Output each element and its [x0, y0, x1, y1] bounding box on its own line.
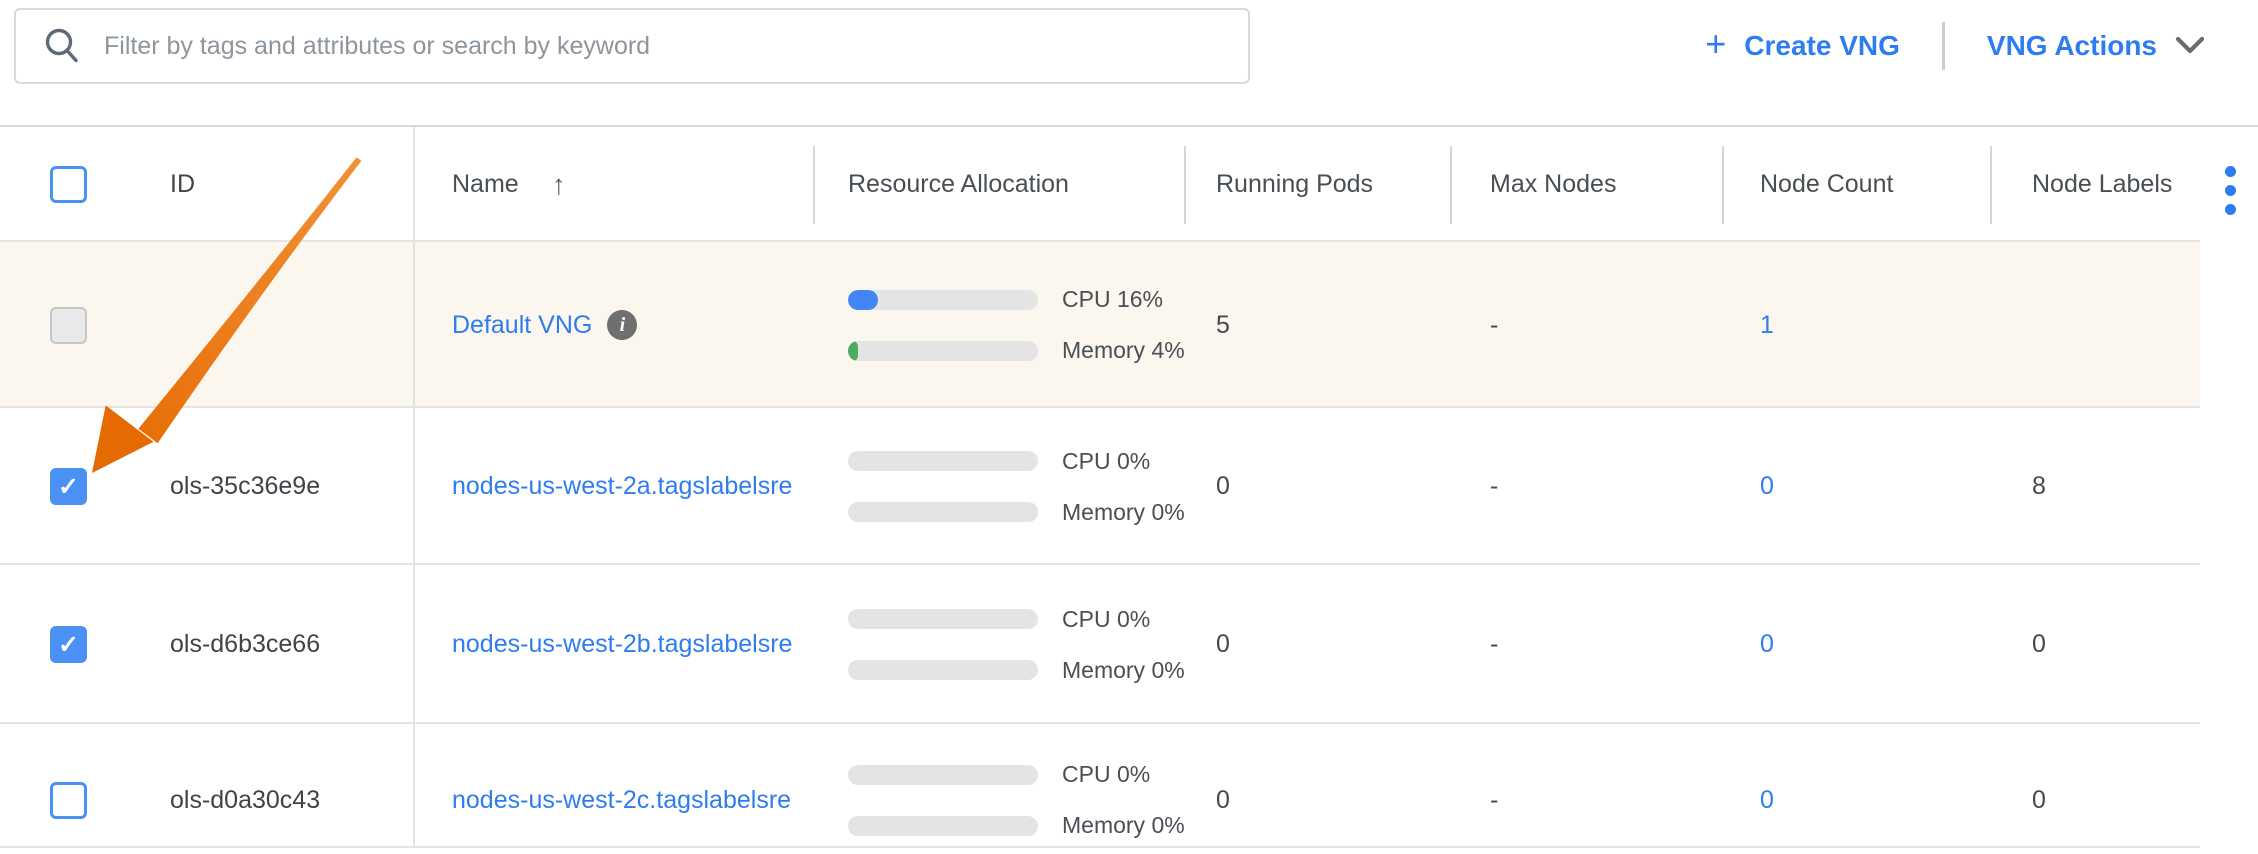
sort-ascending-icon: ↑	[552, 169, 566, 201]
vng-name-link[interactable]: nodes-us-west-2c.tagslabelsre	[452, 786, 791, 815]
node-labels-value: 0	[1990, 630, 2200, 659]
node-labels-value: 0	[1990, 786, 2200, 815]
table-header-row: ID Name ↑ Resource Allocation Running Po…	[0, 127, 2258, 242]
kebab-menu-icon[interactable]	[2200, 166, 2236, 215]
column-header-node-count[interactable]: Node Count	[1722, 170, 1990, 199]
running-pods-value: 0	[1184, 786, 1450, 815]
node-count-link[interactable]: 0	[1760, 786, 1774, 814]
vng-name-link[interactable]: Default VNG	[452, 311, 592, 340]
cpu-label: CPU 0%	[1062, 606, 1150, 633]
cpu-label: CPU 0%	[1062, 448, 1150, 475]
vng-actions-dropdown[interactable]: VNG Actions	[1987, 30, 2205, 62]
max-nodes-value: -	[1450, 630, 1722, 659]
memory-label: Memory 0%	[1062, 499, 1185, 526]
running-pods-value: 0	[1184, 630, 1450, 659]
row-checkbox-checked[interactable]: ✓	[50, 626, 87, 663]
vng-id: ols-d6b3ce66	[125, 630, 413, 659]
chevron-down-icon	[2175, 36, 2205, 56]
memory-progress-bar	[848, 816, 1038, 836]
table-row: ols-d0a30c43 nodes-us-west-2c.tagslabels…	[0, 724, 2258, 848]
filter-search-box[interactable]	[14, 8, 1250, 84]
memory-label: Memory 4%	[1062, 337, 1185, 364]
toolbar-divider	[1942, 22, 1945, 70]
row-checkbox-unchecked[interactable]	[50, 782, 87, 819]
row-checkbox-checked[interactable]: ✓	[50, 468, 87, 505]
cpu-label: CPU 0%	[1062, 761, 1150, 788]
table-row: ✓ ols-35c36e9e nodes-us-west-2a.tagslabe…	[0, 408, 2258, 565]
plus-icon: +	[1705, 26, 1726, 62]
memory-label: Memory 0%	[1062, 657, 1185, 684]
max-nodes-value: -	[1450, 311, 1722, 340]
table-row: Default VNG i CPU 16% Memory 4%	[0, 242, 2258, 408]
node-labels-value: 8	[1990, 472, 2200, 501]
memory-progress-bar	[848, 660, 1038, 680]
vng-name-link[interactable]: nodes-us-west-2a.tagslabelsre	[452, 472, 792, 501]
running-pods-value: 0	[1184, 472, 1450, 501]
select-all-checkbox[interactable]	[50, 166, 87, 203]
create-vng-button[interactable]: + Create VNG	[1705, 28, 1900, 64]
node-count-link[interactable]: 1	[1760, 311, 1774, 339]
checkmark-icon: ✓	[58, 630, 79, 660]
toolbar-actions: + Create VNG VNG Actions	[1705, 18, 2205, 74]
column-header-node-labels[interactable]: Node Labels	[1990, 170, 2200, 199]
cpu-progress-bar	[848, 765, 1038, 785]
search-icon	[42, 26, 82, 66]
memory-label: Memory 0%	[1062, 812, 1185, 839]
create-vng-label: Create VNG	[1744, 30, 1900, 62]
max-nodes-value: -	[1450, 786, 1722, 815]
node-count-link[interactable]: 0	[1760, 472, 1774, 500]
running-pods-value: 5	[1184, 311, 1450, 340]
checkmark-icon: ✓	[58, 472, 79, 502]
cpu-progress-bar	[848, 609, 1038, 629]
info-icon[interactable]: i	[607, 310, 637, 340]
max-nodes-value: -	[1450, 472, 1722, 501]
table-row: ✓ ols-d6b3ce66 nodes-us-west-2b.tagslabe…	[0, 565, 2258, 724]
vng-id: ols-35c36e9e	[125, 472, 413, 501]
vng-actions-label: VNG Actions	[1987, 30, 2157, 62]
vng-console-page: + Create VNG VNG Actions ID Name ↑ Resou…	[0, 0, 2258, 854]
cpu-progress-bar	[848, 290, 1038, 310]
cpu-label: CPU 16%	[1062, 286, 1163, 313]
vng-name-link[interactable]: nodes-us-west-2b.tagslabelsre	[452, 630, 792, 659]
column-header-id[interactable]: ID	[125, 170, 413, 199]
column-header-name[interactable]: Name ↑	[413, 127, 813, 242]
column-header-max-nodes[interactable]: Max Nodes	[1450, 170, 1722, 199]
memory-progress-bar	[848, 341, 1038, 361]
search-input[interactable]	[104, 32, 1222, 61]
row-checkbox-disabled	[50, 307, 87, 344]
node-count-link[interactable]: 0	[1760, 630, 1774, 658]
column-header-running-pods[interactable]: Running Pods	[1184, 170, 1450, 199]
vng-table: ID Name ↑ Resource Allocation Running Po…	[0, 125, 2258, 848]
column-header-resource-allocation[interactable]: Resource Allocation	[813, 170, 1184, 199]
vng-id: ols-d0a30c43	[125, 786, 413, 815]
cpu-progress-bar	[848, 451, 1038, 471]
memory-progress-bar	[848, 502, 1038, 522]
